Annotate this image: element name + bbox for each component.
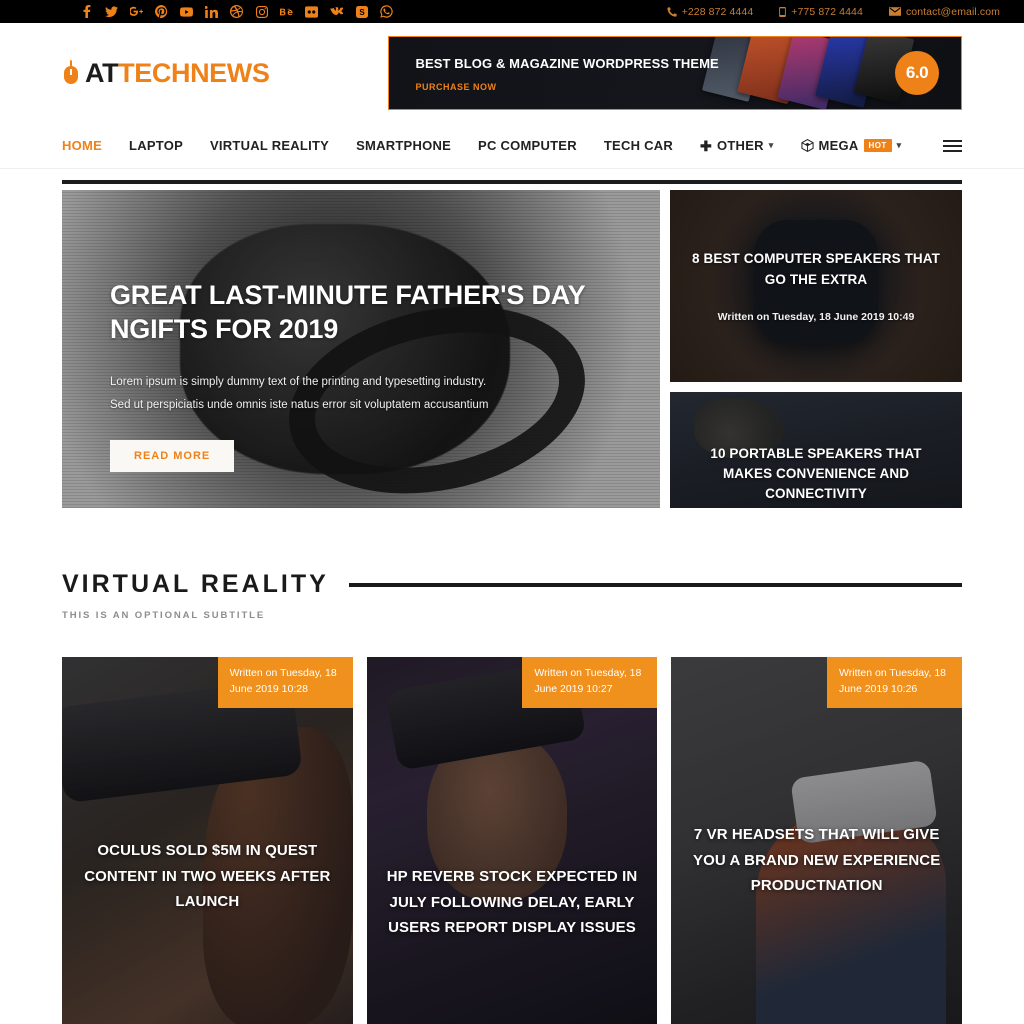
twitter-icon[interactable] [105,5,118,18]
hero-subtext-line2: Sed ut perspiciatis unde omnis iste natu… [110,399,489,412]
phone-icon [667,6,677,17]
logo-part-technews: TECHNEWS [118,57,270,88]
hero-divider [62,180,962,184]
top-bar: S +228 872 4444 +775 872 4444 contact@em… [0,0,1024,23]
section-subtitle: THIS IS AN OPTIONAL SUBTITLE [62,610,266,621]
nav-item-mega[interactable]: MEGA HOT ▾ [800,138,902,153]
nav-item-pc-computer[interactable]: PC COMPUTER [478,138,577,153]
behance-icon[interactable] [280,5,293,18]
social-links: S [80,5,393,18]
side-card-content: 10 PORTABLE SPEAKERS THAT MAKES CONVENIE… [670,392,962,508]
side-card-content: 8 BEST COMPUTER SPEAKERS THAT GO THE EXT… [670,190,962,382]
hero-content: GREAT LAST-MINUTE FATHER'S DAY NGIFTS FO… [110,278,620,472]
article-card-1[interactable]: Written on Tuesday, 18 June 2019 10:28 O… [62,657,353,1024]
email-address: contact@email.com [905,5,1000,18]
hero-subtext: Lorem ipsum is simply dummy text of the … [110,371,620,418]
banner-title: BEST BLOG & MAGAZINE WORDPRESS THEME [415,56,719,71]
hero-subtext-line1: Lorem ipsum is simply dummy text of the … [110,375,487,388]
hamburger-menu-icon[interactable] [943,137,962,155]
svg-text:S: S [359,8,365,17]
facebook-icon[interactable] [80,5,93,18]
whatsapp-icon[interactable] [380,5,393,18]
card-date: Written on Tuesday, 18 June 2019 10:27 [522,657,658,708]
google-plus-icon[interactable] [130,5,143,18]
section-header: VIRTUAL REALITY [62,570,962,599]
card-overlay [366,657,658,1024]
version-badge: 6.0 [895,51,939,95]
card-date: Written on Tuesday, 18 June 2019 10:26 [827,657,963,708]
email-contact[interactable]: contact@email.com [888,5,1000,18]
nav-item-home[interactable]: HOME [62,138,102,153]
side-card-date: Written on Tuesday, 18 June 2019 10:49 [717,310,915,323]
flickr-icon[interactable] [305,5,318,18]
section-title: VIRTUAL REALITY [62,570,329,598]
dribbble-icon[interactable] [230,5,243,18]
vk-icon[interactable] [330,5,343,18]
site-header: ATTECHNEWS BEST BLOG & MAGAZINE WORDPRES… [0,23,1024,123]
nav-item-mega-label: MEGA [818,138,859,153]
nav-item-tech-car[interactable]: TECH CAR [604,138,673,153]
mobile-icon [779,6,787,17]
banner-cta-link[interactable]: PURCHASE NOW [416,82,719,92]
hot-badge: HOT [863,139,892,152]
article-card-3[interactable]: Written on Tuesday, 18 June 2019 10:26 7… [671,657,963,1024]
logo-part-at: AT [85,57,119,88]
hero-title: GREAT LAST-MINUTE FATHER'S DAY NGIFTS FO… [110,280,585,345]
instagram-icon[interactable] [255,5,268,18]
chevron-down-icon: ▾ [768,140,774,150]
mobile-contact[interactable]: +775 872 4444 [779,6,863,18]
read-more-button[interactable]: READ MORE [110,439,235,472]
section-rule [348,582,962,587]
card-title: HP REVERB STOCK EXPECTED IN JULY FOLLOWI… [386,868,638,936]
promo-banner[interactable]: BEST BLOG & MAGAZINE WORDPRESS THEME PUR… [387,36,962,110]
side-card-title: 10 PORTABLE SPEAKERS THAT MAKES CONVENIE… [710,445,922,502]
section-virtual-reality: VIRTUAL REALITY THIS IS AN OPTIONAL SUBT… [62,570,962,621]
logo-text: ATTECHNEWS [85,58,270,89]
cube-icon [800,139,814,152]
nav-item-virtual-reality[interactable]: VIRTUAL REALITY [210,138,329,153]
side-card-title: 8 BEST COMPUTER SPEAKERS THAT GO THE EXT… [692,251,940,287]
card-date: Written on Tuesday, 18 June 2019 10:28 [217,657,353,708]
phone-contact[interactable]: +228 872 4444 [667,6,754,18]
nav-item-smartphone[interactable]: SMARTPHONE [356,138,451,153]
hero-side-cards: 8 BEST COMPUTER SPEAKERS THAT GO THE EXT… [670,190,962,508]
hero-side-card-1[interactable]: 8 BEST COMPUTER SPEAKERS THAT GO THE EXT… [670,190,962,382]
mobile-number: +775 872 4444 [791,5,863,18]
nav-item-laptop[interactable]: LAPTOP [129,138,183,153]
card-title: OCULUS SOLD $5M IN QUEST CONTENT IN TWO … [84,842,331,910]
nav-item-other-label: OTHER [717,138,764,153]
article-card-2[interactable]: Written on Tuesday, 18 June 2019 10:27 H… [366,657,658,1024]
mouse-icon [62,60,81,86]
hero-side-card-2[interactable]: 10 PORTABLE SPEAKERS THAT MAKES CONVENIE… [670,392,962,508]
youtube-icon[interactable] [180,5,193,18]
chevron-down-icon: ▾ [896,140,902,150]
linkedin-icon[interactable] [205,5,218,18]
card-title: 7 VR HEADSETS THAT WILL GIVE YOU A BRAND… [693,826,941,894]
phone-number: +228 872 4444 [681,5,754,18]
banner-text: BEST BLOG & MAGAZINE WORDPRESS THEME PUR… [416,56,719,92]
hero-slider[interactable]: GREAT LAST-MINUTE FATHER'S DAY NGIFTS FO… [62,190,660,508]
site-logo[interactable]: ATTECHNEWS [62,58,270,89]
topbar-contacts: +228 872 4444 +775 872 4444 contact@emai… [667,6,1000,18]
nav-item-other[interactable]: ✚ OTHER ▾ [700,138,774,153]
hero-section: GREAT LAST-MINUTE FATHER'S DAY NGIFTS FO… [62,190,962,508]
envelope-icon [888,7,901,16]
article-grid: Written on Tuesday, 18 June 2019 10:28 O… [62,657,963,1024]
skype-icon[interactable]: S [355,5,368,18]
plus-icon: ✚ [700,137,712,154]
main-navigation: HOME LAPTOP VIRTUAL REALITY SMARTPHONE P… [0,123,1024,169]
pinterest-icon[interactable] [155,5,168,18]
